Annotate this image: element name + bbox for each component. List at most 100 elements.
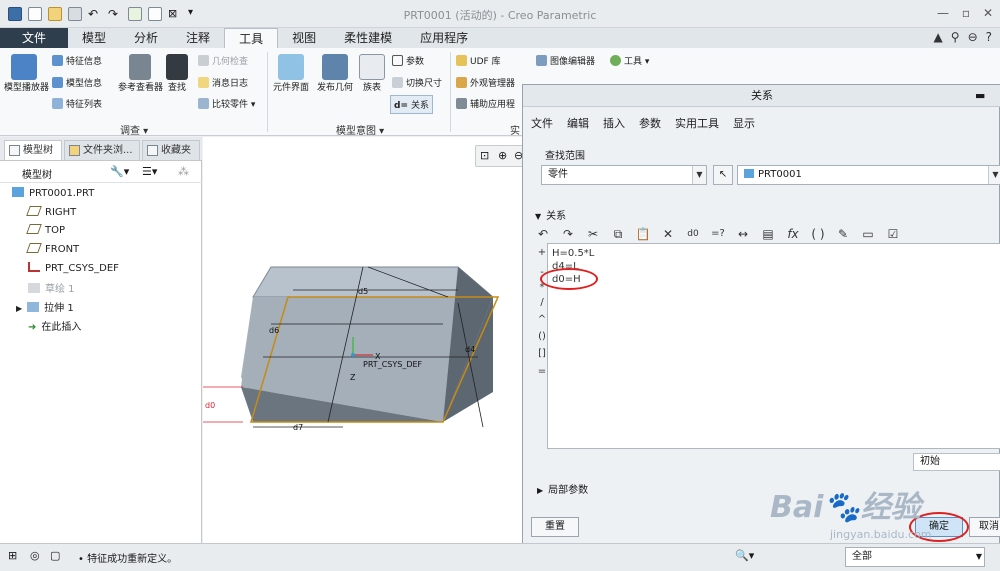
menu-insert[interactable]: 插入	[603, 115, 625, 131]
select-pointer-icon[interactable]: ↖	[713, 165, 733, 185]
tab-applications[interactable]: 应用程序	[406, 28, 482, 48]
delete-icon[interactable]: ✕	[660, 226, 676, 242]
part-model[interactable]: X Z PRT_CSYS_DEF d5 d6 d4 d7 d0	[203, 137, 523, 543]
dim-d5[interactable]: d5	[358, 287, 368, 296]
menu-file[interactable]: 文件	[531, 115, 553, 131]
dialog-minimize-icon[interactable]: ▬	[975, 89, 985, 102]
function-icon[interactable]: fx	[785, 226, 801, 242]
tree-item-top[interactable]: TOP	[26, 224, 65, 236]
tab-tools[interactable]: 工具	[224, 28, 279, 48]
ref-viewer-button[interactable]: 参考查看器	[118, 54, 163, 94]
tree-item-right[interactable]: RIGHT	[26, 206, 76, 218]
dim-d7[interactable]: d7	[293, 423, 303, 432]
dim-d0[interactable]: d0	[205, 401, 215, 410]
menu-parameters[interactable]: 参数	[639, 115, 661, 131]
dim-d6[interactable]: d6	[269, 326, 279, 335]
tree-item-part[interactable]: PRT0001.PRT	[12, 187, 94, 199]
copy-icon[interactable]: ⧉	[610, 226, 626, 242]
cut-icon[interactable]: ✂	[585, 226, 601, 242]
initial-value-field[interactable]: 初始	[913, 453, 1000, 471]
operator-equals[interactable]: =	[537, 366, 547, 377]
sort-icon[interactable]: ▤	[760, 226, 776, 242]
geom-check-button[interactable]: 几何检查	[198, 54, 248, 67]
operator-parentheses[interactable]: ()	[537, 331, 547, 342]
feature-info-button[interactable]: 特征信息	[52, 54, 102, 67]
appearance-mgr-button[interactable]: 外观管理器	[456, 76, 515, 89]
evaluate-icon[interactable]: =?	[710, 226, 726, 242]
tools-menu-button[interactable]: 工具 ▾	[610, 54, 649, 67]
minimize-icon[interactable]: —	[935, 5, 951, 21]
tab-flexible-modeling[interactable]: 柔性建模	[330, 28, 406, 48]
help-icon[interactable]: ?	[986, 30, 992, 44]
group-model-intent[interactable]: 模型意图 ▾	[336, 122, 384, 137]
verify-icon[interactable]: ✎	[835, 226, 851, 242]
find-button[interactable]: 查找	[164, 54, 190, 94]
brackets-icon[interactable]: ( )	[810, 226, 826, 242]
switch-dims-button[interactable]: 切换尺寸	[392, 76, 442, 89]
dim-value-icon[interactable]: d0	[685, 226, 701, 242]
tree-item-csys[interactable]: PRT_CSYS_DEF	[28, 262, 119, 274]
selection-filter-select[interactable]: 全部 ▼	[845, 547, 985, 567]
tab-analysis[interactable]: 分析	[120, 28, 172, 48]
tree-filter-icon[interactable]: ⁂	[178, 165, 189, 178]
aux-app-button[interactable]: 辅助应用程	[456, 97, 515, 110]
compare-parts-button[interactable]: 比较零件 ▾	[198, 97, 255, 110]
fullscreen-icon[interactable]: ▢	[50, 549, 60, 562]
tree-columns-icon[interactable]: ☰▾	[142, 165, 157, 178]
layout-icon[interactable]: ⊞	[8, 549, 17, 562]
redo-icon[interactable]: ↷	[560, 226, 576, 242]
group-investigate[interactable]: 调查 ▾	[120, 122, 148, 137]
tab-folder-browser[interactable]: 文件夹浏...	[64, 140, 140, 160]
reset-button[interactable]: 重置	[531, 517, 579, 537]
up-arrow-icon[interactable]: ▲	[934, 30, 943, 44]
tab-annotate[interactable]: 注释	[172, 28, 224, 48]
relations-button[interactable]: d= 关系	[390, 95, 433, 114]
settings-icon[interactable]: ⊖	[968, 30, 978, 44]
dimension-icon[interactable]: ↔	[735, 226, 751, 242]
scope-type-select[interactable]: 零件 ▼	[541, 165, 707, 185]
tree-item-front[interactable]: FRONT	[26, 243, 79, 255]
tab-view[interactable]: 视图	[278, 28, 330, 48]
close-icon[interactable]: ✕	[980, 5, 996, 21]
expand-icon[interactable]: ▶	[16, 304, 22, 313]
udf-library-button[interactable]: UDF 库	[456, 54, 501, 67]
tab-favorites[interactable]: 收藏夹	[142, 140, 200, 160]
publish-geometry-button[interactable]: 发布几何	[314, 54, 356, 94]
tree-settings-icon[interactable]: 🔧▾	[110, 165, 129, 178]
operator-brackets[interactable]: []	[537, 348, 547, 359]
image-editor-button[interactable]: 图像编辑器	[536, 54, 595, 67]
tree-item-sketch[interactable]: 草绘 1	[28, 280, 75, 295]
tab-model-tree[interactable]: 模型树	[4, 140, 62, 160]
group-utilities[interactable]: 实	[510, 122, 520, 137]
msg-log-button[interactable]: 消息日志	[198, 76, 248, 89]
menu-utilities[interactable]: 实用工具	[675, 115, 719, 131]
component-interface-button[interactable]: 元件界面	[270, 54, 312, 94]
local-params-section[interactable]: ▶ 局部参数	[537, 481, 588, 496]
search-icon[interactable]: ⚲	[951, 30, 960, 44]
tree-item-extrude[interactable]: ▶ 拉伸 1	[16, 299, 74, 314]
relations-editor[interactable]: H=0.5*L d4=L d0=H	[540, 243, 1000, 449]
operator-plus[interactable]: +	[537, 247, 547, 258]
chevron-down-icon[interactable]: ▼	[988, 166, 1000, 184]
feature-list-button[interactable]: 特征列表	[52, 97, 102, 110]
menu-display[interactable]: 显示	[733, 115, 755, 131]
maximize-icon[interactable]: ▫	[958, 5, 974, 21]
model-info-button[interactable]: 模型信息	[52, 76, 102, 89]
browser-icon[interactable]: ◎	[30, 549, 40, 562]
check-relations-icon[interactable]: ☑	[885, 226, 901, 242]
model-player-button[interactable]: 模型播放器	[4, 54, 49, 94]
tree-item-insert-here[interactable]: ➜ 在此插入	[28, 318, 81, 333]
graphics-viewport[interactable]: ⊡ ⊕ ⊖ X Z PRT_CSYS_DEF d5 d6 d4 d7 d0	[203, 137, 527, 543]
operator-power[interactable]: ^	[537, 314, 547, 325]
dim-d4[interactable]: d4	[465, 345, 475, 354]
chevron-down-icon[interactable]: ▼	[976, 548, 982, 566]
relations-section-label[interactable]: ▼ 关系	[535, 207, 566, 222]
tab-file[interactable]: 文件	[0, 28, 69, 48]
units-icon[interactable]: ▭	[860, 226, 876, 242]
undo-icon[interactable]: ↶	[535, 226, 551, 242]
cancel-button[interactable]: 取消	[969, 517, 1000, 537]
parameters-button[interactable]: 参数	[392, 54, 424, 67]
menu-edit[interactable]: 编辑	[567, 115, 589, 131]
tab-model[interactable]: 模型	[68, 28, 120, 48]
find-binoculars-icon[interactable]: 🔍▾	[735, 549, 754, 562]
